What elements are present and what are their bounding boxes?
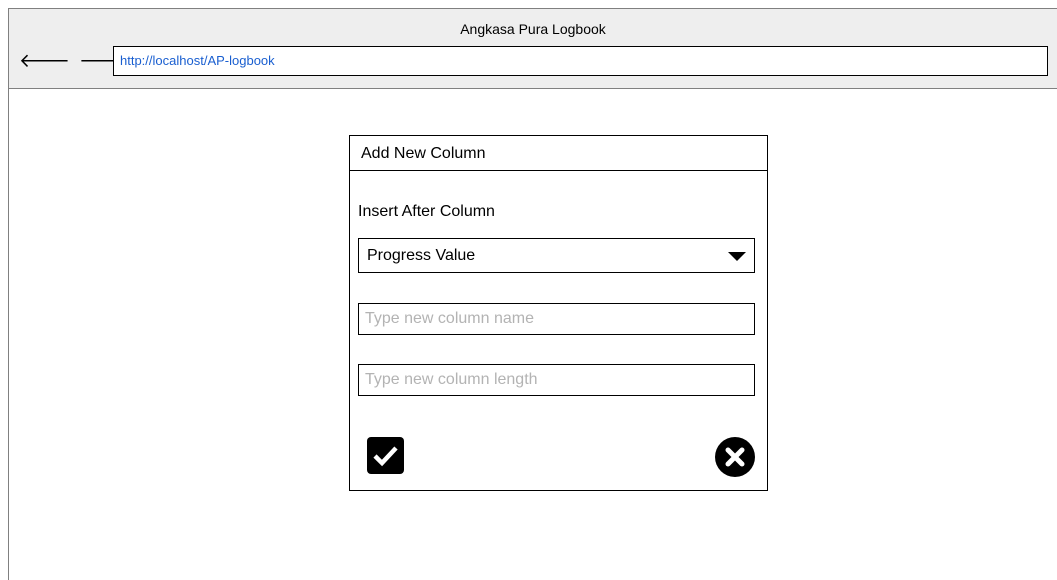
chevron-down-icon bbox=[728, 252, 746, 261]
insert-after-label: Insert After Column bbox=[358, 203, 495, 220]
dialog-title: Add New Column bbox=[350, 136, 767, 171]
check-icon bbox=[373, 446, 398, 467]
browser-chrome: Angkasa Pura Logbook 🡐 🡒 ⟳ http://localh… bbox=[9, 9, 1057, 89]
address-bar[interactable]: http://localhost/AP-logbook bbox=[113, 46, 1048, 76]
column-length-input[interactable] bbox=[358, 364, 755, 396]
column-name-input[interactable] bbox=[358, 303, 755, 335]
insert-after-select[interactable]: Progress Value bbox=[358, 238, 755, 273]
select-value: Progress Value bbox=[367, 247, 476, 264]
back-arrow-icon[interactable]: 🡐 bbox=[19, 51, 70, 73]
confirm-button[interactable] bbox=[367, 437, 404, 474]
window-title: Angkasa Pura Logbook bbox=[460, 21, 606, 37]
browser-window: Angkasa Pura Logbook 🡐 🡒 ⟳ http://localh… bbox=[8, 8, 1057, 580]
cancel-button[interactable] bbox=[715, 437, 755, 477]
add-column-dialog: Add New Column Insert After Column Progr… bbox=[349, 135, 768, 491]
close-circle-icon bbox=[725, 447, 745, 467]
